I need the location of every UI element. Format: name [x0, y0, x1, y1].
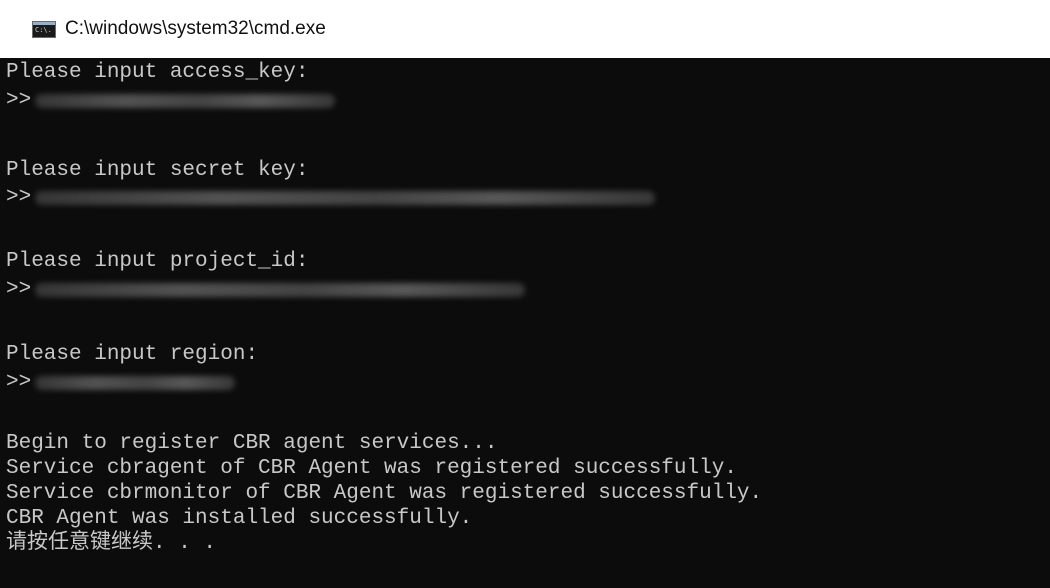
prompt-symbol: >> [6, 89, 32, 112]
prompt-symbol: >> [6, 186, 32, 209]
cmd-icon[interactable]: C:\. [32, 20, 56, 38]
access-key-prompt: Please input access_key: [6, 61, 309, 84]
cbrmonitor-registered-line: Service cbrmonitor of CBR Agent was regi… [6, 482, 763, 505]
cbragent-registered-line: Service cbragent of CBR Agent was regist… [6, 457, 737, 480]
window-title: C:\windows\system32\cmd.exe [65, 18, 326, 39]
redacted-region [35, 376, 236, 390]
redacted-secret-key [35, 191, 656, 205]
cmd-icon-label: C:\. [35, 26, 52, 34]
project-id-prompt: Please input project_id: [6, 250, 309, 273]
access-key-input-row: >> [6, 88, 336, 114]
redacted-project-id [35, 283, 526, 297]
console-output[interactable]: Please input access_key: >> Please input… [0, 58, 1050, 588]
region-input-row: >> [6, 370, 236, 396]
prompt-symbol: >> [6, 371, 32, 394]
press-any-key-line: 请按任意键继续. . . [6, 532, 217, 555]
agent-installed-line: CBR Agent was installed successfully. [6, 507, 473, 530]
secret-key-input-row: >> [6, 185, 656, 211]
cmd-window: C:\. C:\windows\system32\cmd.exe Please … [0, 0, 1050, 588]
project-id-input-row: >> [6, 277, 526, 303]
title-bar[interactable]: C:\. C:\windows\system32\cmd.exe [0, 0, 1050, 58]
secret-key-prompt: Please input secret key: [6, 159, 309, 182]
region-prompt: Please input region: [6, 343, 259, 366]
redacted-access-key [35, 94, 336, 108]
prompt-symbol: >> [6, 278, 32, 301]
begin-register-line: Begin to register CBR agent services... [6, 432, 498, 455]
